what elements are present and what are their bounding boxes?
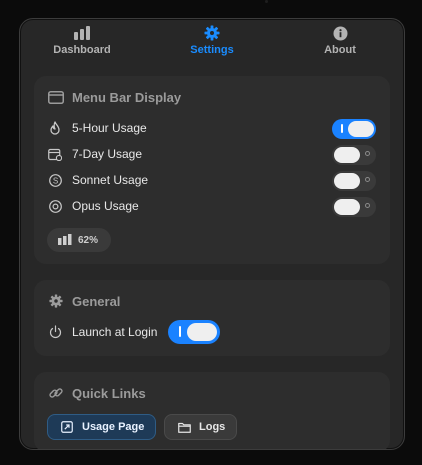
link-icon [48,385,64,401]
menu-item-label: 5-Hour Usage [72,121,147,135]
launch-at-login-label: Launch at Login [72,325,158,339]
menu-item-label: 7-Day Usage [72,147,143,161]
gear-icon [204,25,220,41]
menu-bar-display-title: Menu Bar Display [72,89,182,105]
quick-links-title: Quick Links [72,385,146,401]
menu-item-sonnet-usage: S Sonnet Usage [48,170,376,191]
bar-chart-icon [73,25,91,41]
7-day-usage-toggle[interactable] [332,145,376,165]
menu-item-7-day-usage: 7-Day Usage [48,144,376,165]
menu-item-5-hour-usage: 5-Hour Usage [48,118,376,139]
logs-button[interactable]: Logs [164,414,237,440]
tab-settings-label: Settings [190,44,234,56]
tab-settings[interactable]: Settings [152,19,272,79]
usage-page-button[interactable]: Usage Page [47,414,156,440]
general-card: General Launch at Login [34,280,390,356]
tab-about[interactable]: About [280,19,400,79]
settings-popover: Dashboard Settings About Menu Bar Displa… [19,18,405,450]
target-circle-icon [48,199,62,213]
launch-at-login-toggle[interactable] [168,320,220,344]
logs-label: Logs [199,421,226,433]
background-dot [265,0,268,3]
quick-links-header: Quick Links [48,385,146,401]
window-icon [48,89,64,105]
tab-about-label: About [324,44,356,56]
calendar-clock-icon [48,147,62,161]
folder-icon [177,420,191,434]
opus-usage-toggle[interactable] [332,197,376,217]
gear-icon [48,293,64,309]
menu-item-opus-usage: Opus Usage [48,196,376,217]
power-icon [48,325,62,339]
5-hour-usage-toggle[interactable] [332,119,376,139]
general-title: General [72,293,121,309]
tab-bar: Dashboard Settings About [20,19,404,79]
sonnet-usage-toggle[interactable] [332,171,376,191]
usage-page-label: Usage Page [82,421,145,433]
menu-item-label: Sonnet Usage [72,173,149,187]
menu-bar-display-header: Menu Bar Display [48,89,181,105]
flame-icon [48,121,62,135]
preview-percentage: 62% [78,234,99,246]
tab-dashboard-label: Dashboard [53,44,111,56]
menu-item-label: Opus Usage [72,199,139,213]
tab-dashboard[interactable]: Dashboard [22,19,142,79]
menu-bar-preview-chip: 62% [47,228,111,252]
general-header: General [48,293,120,309]
s-circle-icon: S [48,173,62,187]
svg-text:S: S [52,176,57,185]
external-link-icon [60,420,74,434]
menu-bar-display-card: Menu Bar Display 5-Hour Usage 7-Day Usag… [34,76,390,264]
bar-chart-icon [58,234,72,246]
quick-links-card: Quick Links Usage Page Logs [34,372,390,449]
info-icon [333,25,348,41]
